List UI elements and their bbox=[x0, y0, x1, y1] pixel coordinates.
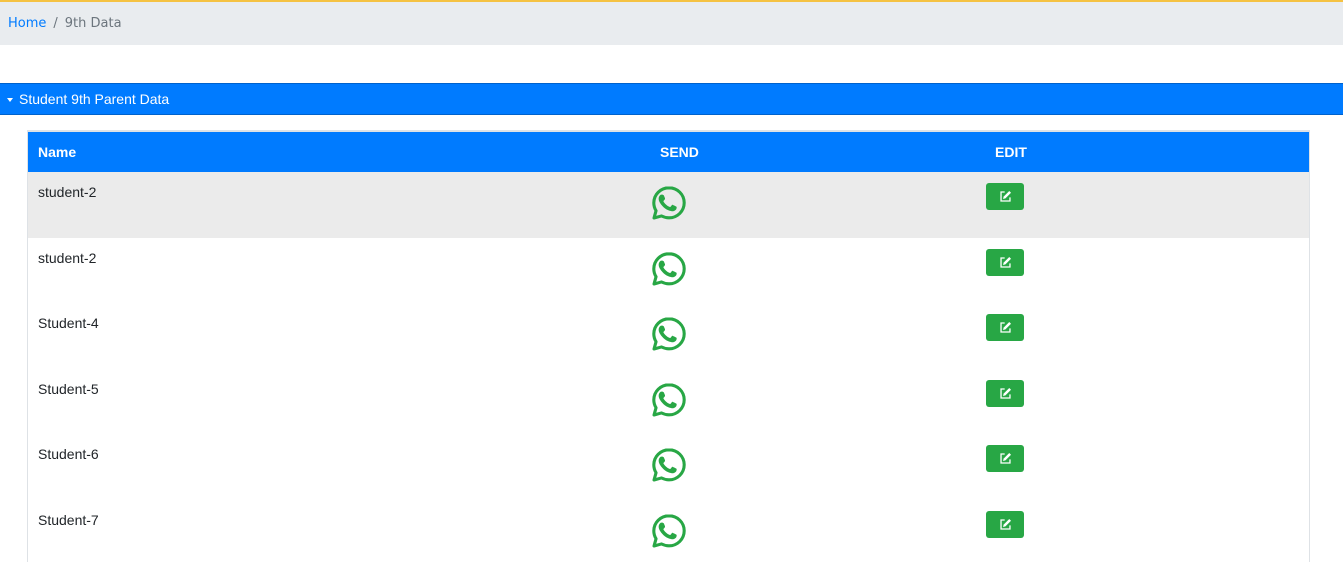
panel-header-toggle[interactable]: Student 9th Parent Data bbox=[0, 83, 1343, 115]
column-header-name: Name bbox=[28, 130, 650, 172]
breadcrumb-separator: / bbox=[53, 16, 58, 31]
whatsapp-icon[interactable] bbox=[650, 184, 688, 222]
edit-button[interactable] bbox=[986, 183, 1024, 210]
student-name-cell: student-2 bbox=[38, 249, 97, 266]
send-cell bbox=[650, 500, 985, 562]
edit-button[interactable] bbox=[986, 314, 1024, 341]
edit-cell bbox=[985, 238, 1309, 304]
whatsapp-icon[interactable] bbox=[650, 512, 688, 550]
whatsapp-icon[interactable] bbox=[650, 446, 688, 484]
caret-down-icon bbox=[7, 97, 13, 102]
table-body: student-2 student-2 Student-4 Student-5 Stud… bbox=[28, 172, 1309, 562]
send-cell bbox=[650, 303, 985, 369]
send-cell bbox=[650, 172, 985, 238]
breadcrumb-current: 9th Data bbox=[64, 16, 122, 31]
edit-icon bbox=[999, 452, 1012, 465]
edit-cell bbox=[985, 303, 1309, 369]
edit-icon bbox=[999, 387, 1012, 400]
edit-cell bbox=[985, 500, 1309, 562]
column-header-edit: EDIT bbox=[985, 130, 1309, 172]
parent-data-table-container: Name SEND EDIT student-2 student-2 Student… bbox=[27, 130, 1310, 562]
student-name-cell: Student-5 bbox=[38, 380, 99, 397]
student-name-cell: Student-4 bbox=[38, 315, 99, 332]
edit-icon bbox=[999, 190, 1012, 203]
student-name-cell: Student-6 bbox=[38, 446, 99, 463]
breadcrumb-home-link[interactable]: Home bbox=[8, 16, 46, 31]
table-header-row: Name SEND EDIT bbox=[28, 130, 1309, 172]
parent-data-table: Name SEND EDIT bbox=[28, 130, 1309, 172]
column-header-send: SEND bbox=[650, 130, 985, 172]
whatsapp-icon[interactable] bbox=[650, 250, 688, 288]
send-cell bbox=[650, 369, 985, 435]
edit-button[interactable] bbox=[986, 249, 1024, 276]
edit-button[interactable] bbox=[986, 380, 1024, 407]
edit-cell bbox=[985, 172, 1309, 238]
send-cell bbox=[650, 434, 985, 500]
panel-title: Student 9th Parent Data bbox=[19, 91, 170, 107]
edit-button[interactable] bbox=[986, 511, 1024, 538]
parent-data-table-body: student-2 student-2 Student-4 Student-5 Stud… bbox=[28, 172, 1309, 562]
send-cell bbox=[650, 238, 985, 304]
edit-cell bbox=[985, 434, 1309, 500]
edit-icon bbox=[999, 256, 1012, 269]
edit-icon bbox=[999, 321, 1012, 334]
edit-button[interactable] bbox=[986, 445, 1024, 472]
breadcrumb: Home / 9th Data bbox=[0, 2, 1343, 45]
edit-icon bbox=[999, 518, 1012, 531]
whatsapp-icon[interactable] bbox=[650, 381, 688, 419]
edit-cell bbox=[985, 369, 1309, 435]
student-name-cell: Student-7 bbox=[38, 511, 99, 528]
student-name-cell: student-2 bbox=[38, 184, 97, 200]
whatsapp-icon[interactable] bbox=[650, 315, 688, 353]
